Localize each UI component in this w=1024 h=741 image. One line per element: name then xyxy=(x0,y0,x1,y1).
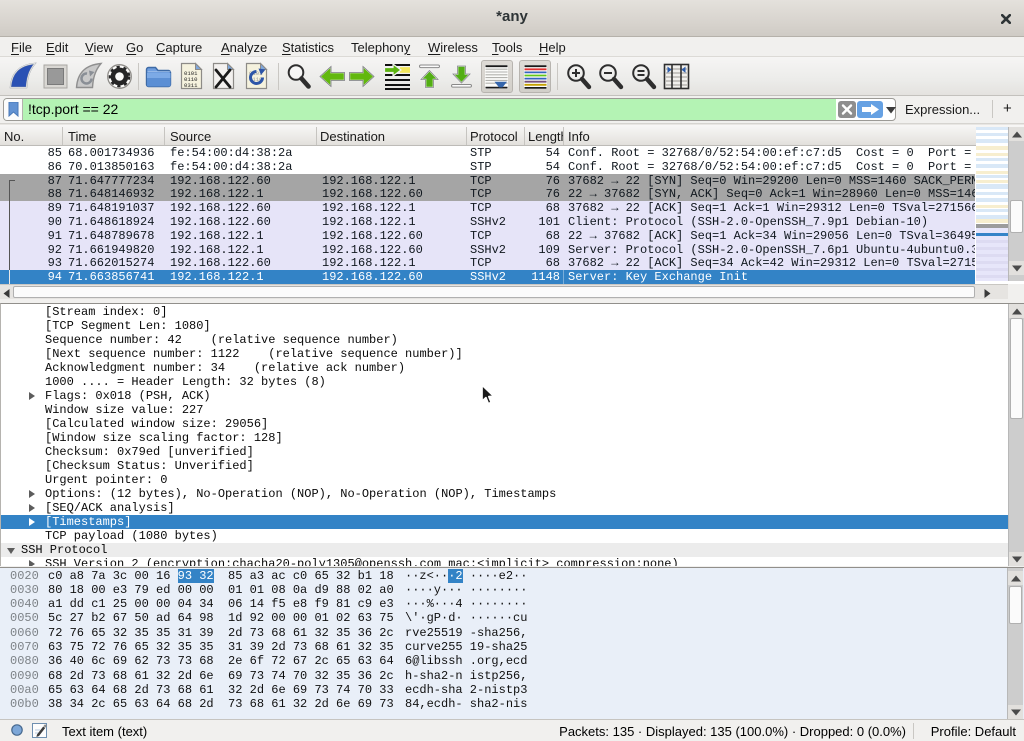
svg-text:0311: 0311 xyxy=(184,82,198,89)
